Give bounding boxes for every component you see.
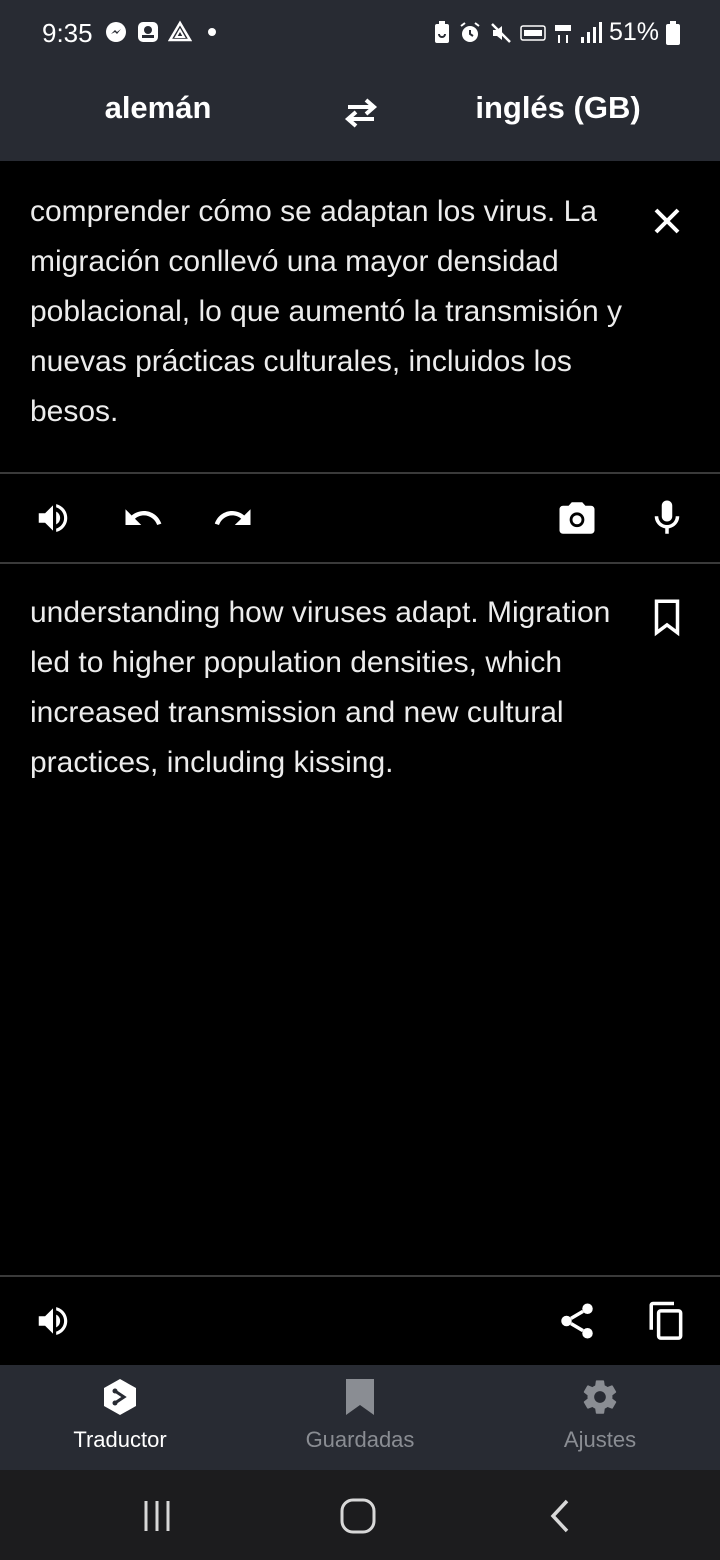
- 4g-icon: [554, 24, 571, 43]
- recent-apps-button[interactable]: [132, 1494, 182, 1538]
- copy-button[interactable]: [642, 1296, 692, 1346]
- speaker-icon: [38, 1307, 68, 1335]
- translator-icon: [100, 1377, 140, 1417]
- nav-item-ajustes[interactable]: Ajustes: [480, 1365, 720, 1470]
- nav-label-ajustes: Ajustes: [563, 1427, 637, 1452]
- source-speak-button[interactable]: [28, 493, 78, 543]
- app-icon: [138, 22, 158, 42]
- back-button[interactable]: [535, 1494, 585, 1538]
- target-toolbar: [0, 1276, 720, 1365]
- messenger-icon: [106, 22, 126, 42]
- target-speak-button[interactable]: [28, 1296, 78, 1346]
- translated-text: understanding how viruses adapt. Migrati…: [30, 596, 611, 779]
- redo-icon: [214, 509, 251, 525]
- dot-icon: [208, 28, 216, 36]
- close-icon: [654, 208, 680, 234]
- nav-item-guardadas[interactable]: Guardadas: [240, 1365, 480, 1470]
- alarm-icon: [460, 21, 480, 42]
- microphone-icon: [654, 500, 680, 534]
- home-icon: [340, 1498, 376, 1534]
- clear-text-button[interactable]: [646, 200, 688, 247]
- bottom-navigation: Traductor Guardadas Ajustes: [0, 1365, 720, 1470]
- volte-icon: [520, 24, 546, 41]
- gear-icon: [580, 1377, 620, 1417]
- back-icon: [550, 1499, 569, 1533]
- bookmark-icon: [340, 1377, 380, 1417]
- target-language-button[interactable]: inglés (GB): [396, 90, 720, 126]
- source-text-input[interactable]: comprender cómo se adaptan los virus. La…: [30, 187, 630, 437]
- battery-percent: 51%: [608, 18, 659, 46]
- microphone-button[interactable]: [642, 493, 692, 543]
- signal-icon: [580, 21, 602, 43]
- redo-button[interactable]: [208, 493, 258, 543]
- nav-item-traductor[interactable]: Traductor: [0, 1365, 240, 1470]
- copy-icon: [649, 1301, 683, 1340]
- bookmark-outline-icon: [654, 599, 680, 637]
- status-bar: 9:35 51%: [0, 0, 720, 66]
- tools-divider: [0, 562, 720, 564]
- status-right-icons: 51%: [433, 18, 680, 47]
- battery-saver-icon: [434, 20, 449, 43]
- camera-icon: [559, 502, 595, 534]
- save-translation-button[interactable]: [646, 596, 688, 643]
- undo-button[interactable]: [118, 493, 168, 543]
- recent-apps-icon: [144, 1501, 170, 1531]
- source-toolbar: [0, 473, 720, 563]
- share-icon: [561, 1303, 593, 1339]
- camera-button[interactable]: [552, 493, 602, 543]
- share-button[interactable]: [552, 1296, 602, 1346]
- mute-icon: [491, 22, 511, 43]
- system-navigation-bar: [0, 1470, 720, 1560]
- home-button[interactable]: [333, 1494, 383, 1538]
- source-panel: comprender cómo se adaptan los virus. La…: [0, 161, 720, 473]
- status-left-icons: [104, 20, 224, 44]
- swap-icon: [344, 98, 378, 128]
- nav-label-guardadas: Guardadas: [305, 1427, 415, 1452]
- swap-languages-button[interactable]: [336, 88, 386, 138]
- status-time: 9:35: [42, 18, 93, 48]
- language-bar: alemán inglés (GB): [0, 66, 720, 161]
- speaker-icon: [38, 504, 68, 532]
- drive-icon: [168, 20, 192, 42]
- nav-label-traductor: Traductor: [73, 1427, 167, 1452]
- battery-icon: [666, 20, 680, 45]
- undo-icon: [125, 509, 162, 525]
- source-language-button[interactable]: alemán: [0, 90, 316, 126]
